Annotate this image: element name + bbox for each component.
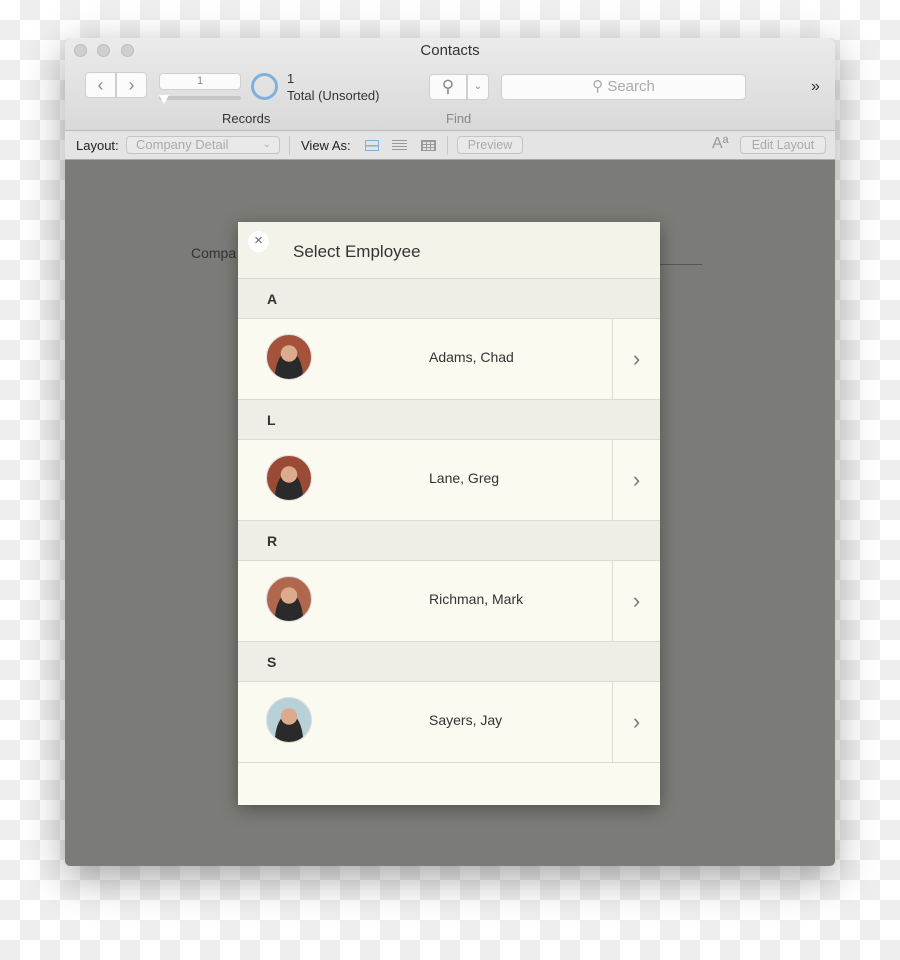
search-placeholder: Search <box>607 78 655 95</box>
record-status: Total (Unsorted) <box>287 88 380 103</box>
select-employee-dialog: × Select Employee A Adams, Chad › L Lane… <box>238 222 660 805</box>
list-view-icon[interactable] <box>392 140 407 151</box>
chevron-right-icon[interactable]: › <box>612 561 660 641</box>
record-slider-handle[interactable] <box>159 95 169 104</box>
employee-row[interactable]: Lane, Greg › <box>238 440 660 521</box>
record-pie-icon <box>251 73 278 100</box>
layout-label: Layout: <box>76 138 119 153</box>
magnifier-icon: ⚲ <box>441 77 455 96</box>
employee-avatar <box>266 697 312 743</box>
table-view-icon[interactable] <box>421 140 436 151</box>
employee-list: A Adams, Chad › L Lane, Greg › R Richman… <box>238 279 660 763</box>
records-label: Records <box>222 111 271 126</box>
font-size-icon[interactable]: Aª <box>712 135 729 153</box>
layout-value: Company Detail <box>136 137 229 152</box>
layout-bar: Layout: Company Detail ⌄ View As: Preview… <box>65 131 835 160</box>
field-underline <box>655 264 702 265</box>
chevron-down-icon: ⌄ <box>262 139 271 150</box>
search-icon: ⚲ <box>592 78 608 95</box>
section-header: S <box>238 642 660 682</box>
search-input[interactable]: ⚲ Search <box>501 74 746 100</box>
record-count: 1 <box>287 71 295 86</box>
next-record-button[interactable]: › <box>116 72 147 98</box>
employee-name: Sayers, Jay <box>429 712 503 728</box>
edit-layout-button[interactable]: Edit Layout <box>740 136 826 154</box>
chevron-right-icon[interactable]: › <box>612 319 660 399</box>
divider <box>289 136 290 155</box>
previous-record-button[interactable]: ‹ <box>85 72 116 98</box>
employee-avatar <box>266 576 312 622</box>
window-title: Contacts <box>420 42 480 59</box>
layout-select[interactable]: Company Detail ⌄ <box>126 136 280 154</box>
employee-avatar <box>266 455 312 501</box>
toolbar: Contacts ‹ › 1 1 Total (Unsorted) Record… <box>65 38 835 131</box>
dialog-header: × Select Employee <box>238 222 660 279</box>
employee-name: Lane, Greg <box>429 470 500 486</box>
company-field-label: Compa <box>191 245 237 261</box>
employee-avatar <box>266 334 312 380</box>
section-header: R <box>238 521 660 561</box>
find-menu-button[interactable]: ⌄ <box>467 74 489 100</box>
chevron-right-icon[interactable]: › <box>612 440 660 520</box>
employee-name: Richman, Mark <box>429 591 524 607</box>
find-button[interactable]: ⚲ <box>429 74 467 100</box>
section-header: L <box>238 400 660 440</box>
view-as-label: View As: <box>301 138 351 153</box>
record-number-field[interactable]: 1 <box>159 73 241 90</box>
employee-row[interactable]: Adams, Chad › <box>238 319 660 400</box>
divider <box>447 136 448 155</box>
employee-name: Adams, Chad <box>429 349 514 365</box>
employee-row[interactable]: Sayers, Jay › <box>238 682 660 763</box>
form-view-icon[interactable] <box>365 140 379 151</box>
section-header: A <box>238 279 660 319</box>
preview-button[interactable]: Preview <box>457 136 523 154</box>
chevron-down-icon: ⌄ <box>473 81 483 92</box>
chevron-right-icon[interactable]: › <box>612 682 660 762</box>
dialog-title: Select Employee <box>293 242 421 261</box>
record-slider[interactable] <box>159 96 241 100</box>
toolbar-overflow-button[interactable]: » <box>811 78 820 96</box>
close-dialog-button[interactable]: × <box>248 231 269 252</box>
employee-row[interactable]: Richman, Mark › <box>238 561 660 642</box>
find-label: Find <box>446 111 472 126</box>
